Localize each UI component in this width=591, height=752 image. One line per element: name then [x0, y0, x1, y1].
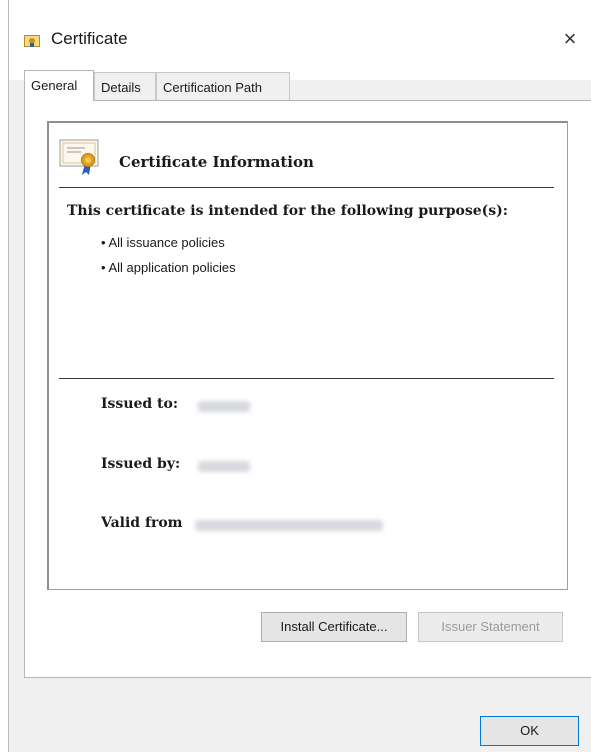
list-item: • All application policies — [101, 260, 236, 275]
list-item: • All issuance policies — [101, 235, 225, 250]
issued-to-label: Issued to: — [101, 396, 179, 412]
issuer-statement-button[interactable]: Issuer Statement — [418, 612, 563, 642]
certificate-dialog: Certificate × General Details Certificat… — [8, 0, 591, 752]
certificate-info-title: Certificate Information — [119, 153, 314, 171]
issued-by-value — [198, 461, 250, 472]
tab-general[interactable]: General — [24, 70, 94, 101]
close-button[interactable]: × — [557, 26, 583, 52]
certificate-info-box: Certificate Information This certificate… — [47, 121, 568, 590]
window-title: Certificate — [51, 29, 128, 48]
valid-from-value — [195, 520, 383, 531]
ok-button[interactable]: OK — [480, 716, 579, 746]
install-certificate-button[interactable]: Install Certificate... — [261, 612, 407, 642]
certificate-icon — [24, 34, 40, 48]
purpose-list: • All issuance policies • All applicatio… — [101, 230, 236, 280]
title-bar[interactable]: Certificate × — [9, 0, 591, 80]
tab-details[interactable]: Details — [94, 72, 156, 101]
tab-certification-path[interactable]: Certification Path — [156, 72, 290, 101]
purpose-heading: This certificate is intended for the fol… — [67, 203, 508, 219]
issued-to-value — [198, 401, 250, 412]
valid-from-label: Valid from — [101, 515, 183, 531]
close-icon: × — [563, 26, 577, 51]
certificate-icon — [59, 137, 103, 177]
tab-strip: General Details Certification Path — [9, 70, 591, 102]
divider — [59, 187, 554, 188]
divider — [59, 378, 554, 379]
issued-by-label: Issued by: — [101, 456, 181, 472]
tab-panel-general: Certificate Information This certificate… — [24, 100, 591, 678]
